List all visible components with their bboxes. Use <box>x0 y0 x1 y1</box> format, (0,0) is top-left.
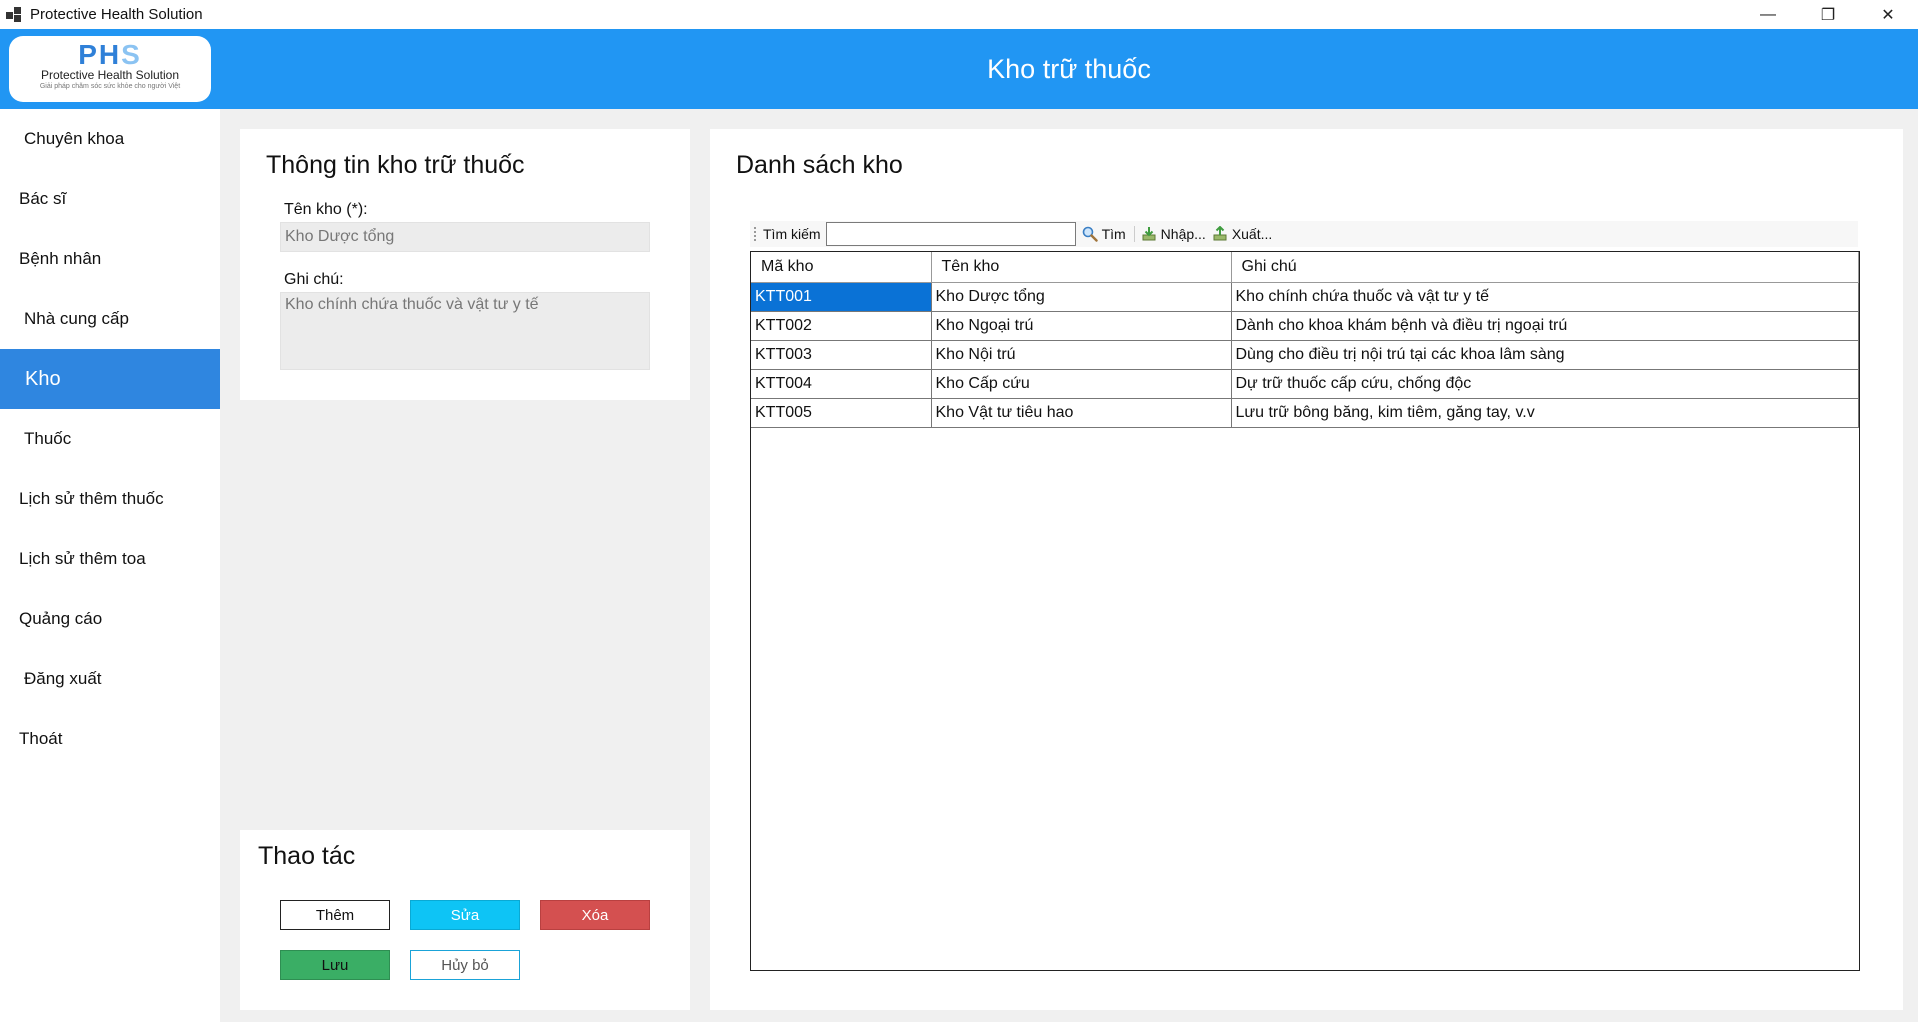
sidebar-nav: Chuyên khoa Bác sĩ Bệnh nhân Nhà cung cấ… <box>0 109 220 769</box>
export-button[interactable]: Xuất... <box>1212 226 1272 242</box>
column-header-code[interactable]: Mã kho <box>751 252 932 283</box>
name-label: Tên kho (*): <box>284 201 368 218</box>
logo: PHS Protective Health Solution Giải pháp… <box>9 36 211 102</box>
sidebar-item-bac-si[interactable]: Bác sĩ <box>0 169 220 229</box>
sidebar-item-quang-cao[interactable]: Quảng cáo <box>0 589 220 649</box>
import-icon <box>1142 227 1156 241</box>
list-toolbar: Tìm kiếm Tìm Nhập... Xuất... <box>750 221 1858 247</box>
column-header-note[interactable]: Ghi chú <box>1231 252 1859 283</box>
cell-note[interactable]: Kho chính chứa thuốc và vật tư y tế <box>1231 282 1859 312</box>
window-titlebar: Protective Health Solution — ❐ ✕ <box>0 0 1918 29</box>
sidebar-item-thoat[interactable]: Thoát <box>0 709 220 769</box>
cell-code[interactable]: KTT002 <box>751 311 932 341</box>
page-header: Kho trữ thuốc <box>220 29 1918 109</box>
cell-code[interactable]: KTT004 <box>751 369 932 399</box>
note-label: Ghi chú: <box>284 271 344 288</box>
add-button[interactable]: Thêm <box>280 900 390 930</box>
sidebar-item-lich-su-them-thuoc[interactable]: Lịch sử thêm thuốc <box>0 469 220 529</box>
cell-name[interactable]: Kho Nội trú <box>931 340 1232 370</box>
find-label: Tìm <box>1101 226 1126 242</box>
sidebar-item-nha-cung-cap[interactable]: Nhà cung cấp <box>0 289 220 349</box>
table-header-row: Mã kho Tên kho Ghi chú <box>751 252 1859 283</box>
toolbar-grip[interactable] <box>754 227 757 241</box>
restore-button[interactable]: ❐ <box>1798 0 1858 29</box>
cell-note[interactable]: Dùng cho điều trị nội trú tại các khoa l… <box>1231 340 1859 370</box>
logo-tagline: Giải pháp chăm sóc sức khỏe cho người Vi… <box>39 83 181 90</box>
logo-mark: PHS <box>78 39 142 70</box>
table-row[interactable]: KTT001 Kho Dược tổng Kho chính chứa thuố… <box>751 282 1859 312</box>
import-button[interactable]: Nhập... <box>1141 226 1206 242</box>
minimize-button[interactable]: — <box>1738 0 1798 29</box>
column-header-name[interactable]: Tên kho <box>931 252 1232 283</box>
cell-note[interactable]: Lưu trữ bông băng, kim tiêm, găng tay, v… <box>1231 398 1859 428</box>
find-button[interactable]: Tìm <box>1082 226 1126 242</box>
actions-panel: Thao tác Thêm Sửa Xóa Lưu Hủy bỏ <box>240 830 690 1010</box>
table-row[interactable]: KTT004 Kho Cấp cứu Dự trữ thuốc cấp cứu,… <box>751 369 1859 399</box>
sidebar-item-benh-nhan[interactable]: Bệnh nhân <box>0 229 220 289</box>
cell-name[interactable]: Kho Vật tư tiêu hao <box>931 398 1232 428</box>
cell-note[interactable]: Dành cho khoa khám bệnh và điều trị ngoạ… <box>1231 311 1859 341</box>
table-row[interactable]: KTT002 Kho Ngoại trú Dành cho khoa khám … <box>751 311 1859 341</box>
import-label: Nhập... <box>1160 226 1206 242</box>
table-row[interactable]: KTT005 Kho Vật tư tiêu hao Lưu trữ bông … <box>751 398 1859 428</box>
cell-name[interactable]: Kho Dược tổng <box>931 282 1232 312</box>
search-input[interactable] <box>825 222 1076 246</box>
cell-code[interactable]: KTT003 <box>751 340 932 370</box>
sidebar-item-lich-su-them-toa[interactable]: Lịch sử thêm toa <box>0 529 220 589</box>
cell-note[interactable]: Dự trữ thuốc cấp cứu, chống độc <box>1231 369 1859 399</box>
note-field[interactable]: Kho chính chứa thuốc và vật tư y tế <box>280 292 650 370</box>
search-label: Tìm kiếm <box>763 226 821 242</box>
delete-button[interactable]: Xóa <box>540 900 650 930</box>
window-title: Protective Health Solution <box>30 6 203 23</box>
warehouse-info-panel: Thông tin kho trữ thuốc Tên kho (*): Ghi… <box>240 129 690 400</box>
sidebar-item-chuyen-khoa[interactable]: Chuyên khoa <box>0 109 220 169</box>
table-row[interactable]: KTT003 Kho Nội trú Dùng cho điều trị nội… <box>751 340 1859 370</box>
save-button[interactable]: Lưu <box>280 950 390 980</box>
logo-name: Protective Health Solution <box>40 68 180 82</box>
sidebar: PHS Protective Health Solution Giải pháp… <box>0 29 220 1022</box>
actions-panel-title: Thao tác <box>258 842 356 870</box>
name-field[interactable] <box>280 222 650 252</box>
sidebar-item-kho[interactable]: Kho <box>0 349 220 409</box>
list-panel-title: Danh sách kho <box>736 151 903 179</box>
logo-area: PHS Protective Health Solution Giải pháp… <box>0 29 220 109</box>
cancel-button[interactable]: Hủy bỏ <box>410 950 520 980</box>
app-icon <box>6 6 22 23</box>
cell-code[interactable]: KTT005 <box>751 398 932 428</box>
cell-name[interactable]: Kho Ngoại trú <box>931 311 1232 341</box>
page-title: Kho trữ thuốc <box>987 53 1151 84</box>
edit-button[interactable]: Sửa <box>410 900 520 930</box>
sidebar-item-dang-xuat[interactable]: Đăng xuất <box>0 649 220 709</box>
cell-name[interactable]: Kho Cấp cứu <box>931 369 1232 399</box>
close-button[interactable]: ✕ <box>1858 0 1918 29</box>
warehouse-table[interactable]: Mã kho Tên kho Ghi chú KTT001 Kho Dược t… <box>750 251 1860 971</box>
export-label: Xuất... <box>1231 226 1273 242</box>
search-icon <box>1082 226 1098 242</box>
info-panel-title: Thông tin kho trữ thuốc <box>266 151 525 179</box>
export-icon <box>1213 226 1227 241</box>
toolbar-separator <box>1133 226 1135 242</box>
cell-code[interactable]: KTT001 <box>751 282 932 312</box>
warehouse-list-panel: Danh sách kho Tìm kiếm Tìm Nhập... Xuất.… <box>710 129 1903 1010</box>
sidebar-item-thuoc[interactable]: Thuốc <box>0 409 220 469</box>
